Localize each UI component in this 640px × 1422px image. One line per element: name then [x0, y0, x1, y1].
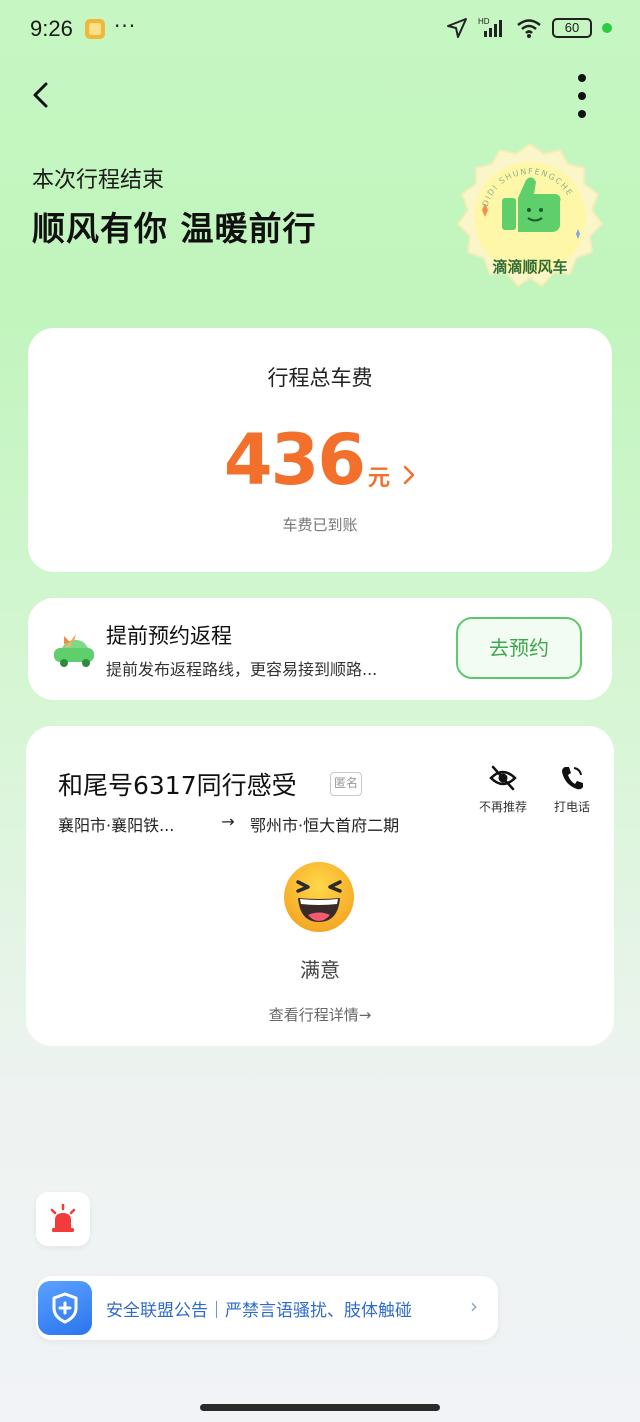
fare-amount: 436	[223, 419, 366, 501]
rating-label: 满意	[300, 958, 340, 982]
do-not-recommend-button[interactable]: 不再推荐	[474, 764, 532, 815]
laughing-face-icon	[284, 862, 354, 932]
trip-rating-card: 和尾号6317同行感受 匿名 襄阳市·襄阳铁... → 鄂州市·恒大首府二期 不…	[26, 726, 614, 1046]
privacy-indicator-dot	[602, 23, 612, 33]
more-dot	[578, 92, 586, 100]
route-destination: 鄂州市·恒大首府二期	[250, 816, 400, 835]
page-headline: 顺风有你 温暖前行	[32, 209, 317, 248]
fare-card: 行程总车费 436 元 车费已到账	[28, 328, 612, 572]
emergency-alarm-button[interactable]	[36, 1192, 90, 1246]
back-button[interactable]	[24, 76, 60, 112]
fare-unit: 元	[368, 466, 391, 491]
return-trip-description: 提前发布返程路线，更容易接到顺路...	[106, 660, 378, 679]
network-type-label: HD	[478, 17, 490, 26]
book-return-button[interactable]: 去预约	[456, 617, 582, 679]
badge-name: 滴滴顺风车	[492, 258, 567, 276]
more-options-button[interactable]	[572, 74, 592, 118]
do-not-recommend-label: 不再推荐	[478, 800, 527, 814]
more-notifications-icon: ···	[114, 14, 137, 38]
route-arrow: →	[221, 812, 235, 831]
status-bar: 9:26 ··· HD 60	[0, 0, 640, 60]
chevron-right-icon	[402, 464, 416, 492]
car-pinwheel-icon	[54, 634, 94, 667]
phone-icon	[562, 767, 583, 790]
fare-amount-link[interactable]: 436 元	[28, 420, 612, 500]
trip-end-label: 本次行程结束	[32, 168, 165, 193]
safety-notice-banner[interactable]: 安全联盟公告｜严禁言语骚扰、肢体触碰 ›	[36, 1276, 498, 1340]
signal-icon: HD	[478, 17, 502, 37]
anonymous-tag: 匿名	[330, 772, 362, 796]
route-origin: 襄阳市·襄阳铁...	[58, 816, 175, 835]
view-trip-details-link[interactable]: 查看行程详情→	[26, 1004, 614, 1025]
thumbs-up-badge-icon: DIDI SHUNFENGCHE 滴滴顺风车	[456, 142, 604, 288]
home-indicator[interactable]	[200, 1404, 440, 1411]
status-time: 9:26	[30, 16, 73, 41]
eye-off-icon	[489, 765, 517, 791]
alarm-siren-icon	[50, 1204, 76, 1232]
trip-route: 襄阳市·襄阳铁... → 鄂州市·恒大首府二期	[58, 812, 399, 836]
location-arrow-icon	[447, 18, 467, 38]
call-button[interactable]: 打电话	[548, 764, 596, 815]
fare-title: 行程总车费	[267, 366, 373, 390]
chevron-right-icon: ›	[470, 1294, 478, 1318]
didi-badge-logo: DIDI SHUNFENGCHE 滴滴顺风车	[452, 140, 608, 296]
status-indicators: HD 60	[446, 17, 612, 39]
return-trip-title: 提前预约返程	[106, 624, 232, 648]
wifi-icon	[517, 19, 541, 38]
rating-title: 和尾号6317同行感受	[58, 771, 297, 800]
satisfied-emoji-button[interactable]	[282, 860, 356, 934]
battery-indicator: 60	[552, 18, 592, 38]
return-trip-card: 提前预约返程 提前发布返程路线，更容易接到顺路... 去预约	[28, 598, 612, 700]
safety-notice-text: 安全联盟公告｜严禁言语骚扰、肢体触碰	[106, 1301, 412, 1321]
notification-app-icon	[85, 19, 105, 39]
call-label: 打电话	[553, 800, 590, 814]
fare-status: 车费已到账	[282, 516, 358, 534]
more-dot	[578, 110, 586, 118]
more-dot	[578, 74, 586, 82]
chevron-left-icon	[33, 82, 48, 108]
shield-icon	[38, 1281, 92, 1335]
